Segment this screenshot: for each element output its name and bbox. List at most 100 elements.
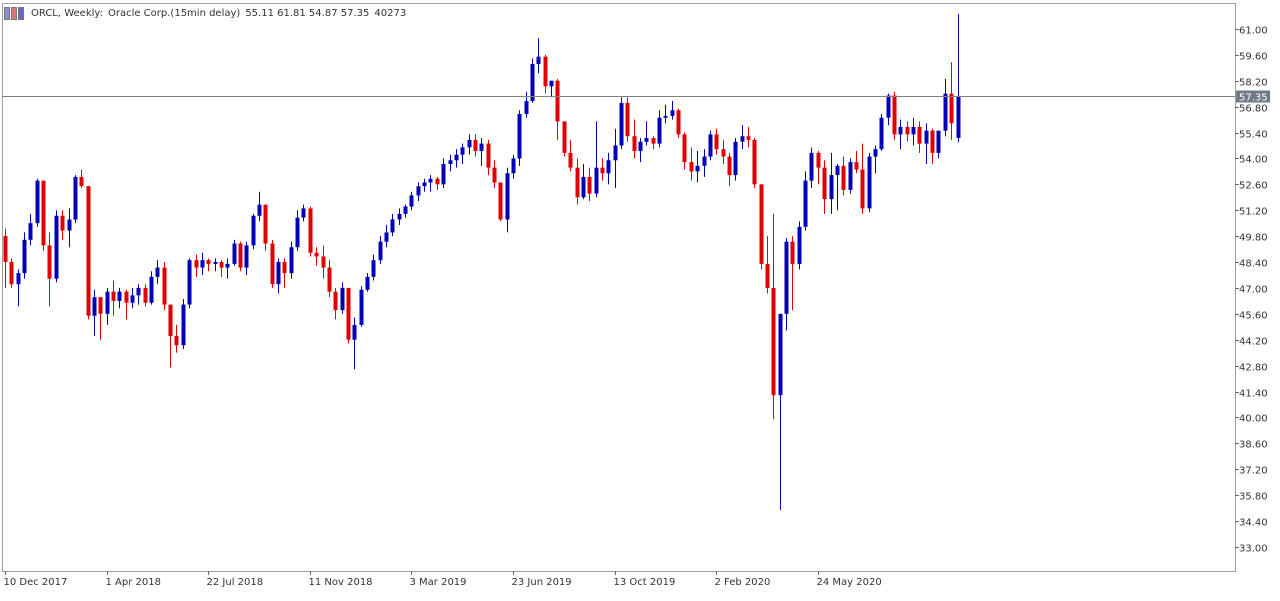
candle-body xyxy=(765,263,770,288)
candle-body xyxy=(848,162,853,190)
candle-body xyxy=(467,139,472,148)
candle-body xyxy=(543,56,548,87)
candle-body xyxy=(594,167,599,194)
candle-body xyxy=(829,175,834,200)
candle-body xyxy=(371,260,376,277)
ohlc-values: 55.11 61.81 54.87 57.35 xyxy=(245,7,370,19)
candle-body xyxy=(225,263,230,268)
y-tick-label: 49.80 xyxy=(1239,233,1268,244)
candle-body xyxy=(682,134,687,163)
candle-body xyxy=(740,136,745,142)
candle-body xyxy=(879,117,884,150)
y-tick-label: 34.40 xyxy=(1239,518,1268,529)
candle-body xyxy=(486,143,491,168)
candle-body xyxy=(619,102,624,146)
candle-body xyxy=(886,95,891,118)
candle-body xyxy=(492,167,497,183)
y-tick-label: 59.60 xyxy=(1239,52,1268,63)
y-tick-label: 56.80 xyxy=(1239,104,1268,115)
candle-body xyxy=(41,180,46,246)
chart-header: ORCL, Weekly: Oracle Corp.(15min delay) … xyxy=(4,6,411,20)
candle-body xyxy=(428,178,433,183)
candle-body xyxy=(867,156,872,209)
y-tick-label: 54.00 xyxy=(1239,155,1268,166)
candle-body xyxy=(289,247,294,274)
candle-body xyxy=(155,267,160,277)
x-tick-label: 11 Nov 2018 xyxy=(309,577,373,588)
candle-body xyxy=(708,134,713,157)
x-tick-label: 13 Oct 2019 xyxy=(614,577,676,588)
candle-body xyxy=(136,287,141,296)
candle-body xyxy=(352,324,357,340)
x-tick-label: 23 Jun 2019 xyxy=(512,577,572,588)
candle-body xyxy=(327,267,332,292)
candle-body xyxy=(282,262,287,274)
y-tick-label: 47.00 xyxy=(1239,285,1268,296)
candle-body xyxy=(187,260,192,305)
candle-body xyxy=(263,204,268,244)
candle-body xyxy=(917,126,922,144)
candle-body xyxy=(454,154,459,161)
candle-body xyxy=(238,243,243,268)
candle-body xyxy=(416,186,421,196)
candle-body xyxy=(943,93,948,131)
y-tick-label: 45.60 xyxy=(1239,311,1268,322)
candle-body xyxy=(365,276,370,290)
candle-body xyxy=(105,291,110,314)
candle-body xyxy=(219,262,224,268)
candle-body xyxy=(638,141,643,152)
candle-body xyxy=(333,291,338,311)
candle-body xyxy=(346,287,351,340)
candle-body xyxy=(270,243,275,285)
x-tick-label: 10 Dec 2017 xyxy=(4,577,68,588)
candle-body xyxy=(759,184,764,264)
candle-body xyxy=(898,126,903,135)
candle-body xyxy=(854,162,859,170)
candle-body xyxy=(816,152,821,168)
candle-body xyxy=(924,130,929,144)
candle-body xyxy=(276,262,281,285)
candle-body xyxy=(949,93,954,124)
candle-body xyxy=(702,156,707,166)
candle-body xyxy=(911,126,916,135)
chart-container: ORCL, Weekly: Oracle Corp.(15min delay) … xyxy=(0,0,1280,597)
candle-body xyxy=(568,152,573,168)
y-tick-label: 33.00 xyxy=(1239,544,1268,555)
candle-body xyxy=(403,206,408,214)
candle-body xyxy=(752,139,757,185)
x-tick-label: 3 Mar 2019 xyxy=(410,577,467,588)
candle-body xyxy=(359,289,364,325)
candle-body xyxy=(625,102,630,137)
y-tick-label: 61.00 xyxy=(1239,26,1268,37)
candle-body xyxy=(181,304,186,346)
candle-body xyxy=(530,64,535,102)
candle-body xyxy=(841,165,846,190)
candle-body xyxy=(860,169,865,209)
candle-body xyxy=(244,245,249,268)
candle-body xyxy=(117,291,122,301)
x-tick-label: 22 Jul 2018 xyxy=(207,577,264,588)
candle-body xyxy=(60,215,65,231)
y-tick-label: 55.40 xyxy=(1239,130,1268,141)
candle-body xyxy=(98,297,103,314)
current-price-label: 57.35 xyxy=(1239,93,1268,104)
candle-body xyxy=(479,143,484,152)
candle-body xyxy=(301,208,306,218)
candle-body xyxy=(644,138,649,142)
candle-body xyxy=(130,295,135,303)
candlestick-chart: 61.00 59.60 58.20 56.80 55.40 54.00 52.60 51.20… xyxy=(2,3,1270,588)
candle-body xyxy=(689,162,694,172)
candle-body xyxy=(505,173,510,220)
candle-body xyxy=(448,160,453,164)
y-tick-label: 37.20 xyxy=(1239,466,1268,477)
candle-body xyxy=(47,245,52,279)
candle-body xyxy=(54,215,59,279)
candle-body xyxy=(162,267,167,305)
volume-value: 40273 xyxy=(374,7,407,19)
candle-body xyxy=(206,260,211,264)
candle-body xyxy=(835,165,840,176)
y-tick-label: 48.40 xyxy=(1239,259,1268,270)
candle-body xyxy=(257,204,262,216)
candle-body xyxy=(441,163,446,185)
candle-body xyxy=(3,236,8,263)
